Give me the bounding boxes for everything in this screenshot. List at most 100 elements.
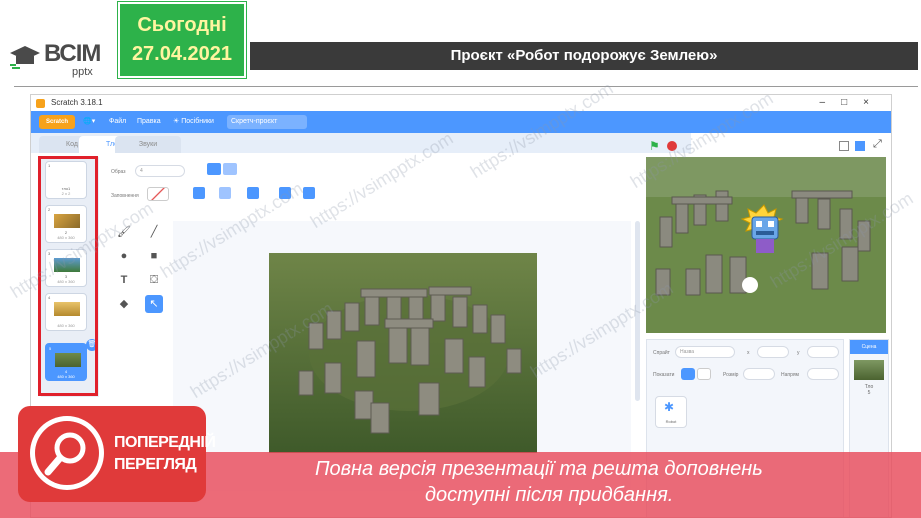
fill-label: Заповнення [111, 193, 139, 199]
costume-name-input[interactable]: 4 [135, 165, 185, 177]
fill-bucket-icon[interactable]: ⛋ [145, 271, 163, 289]
scratch-app-icon [36, 99, 45, 108]
direction-input[interactable] [807, 368, 839, 380]
show-visible-icon[interactable] [681, 368, 695, 380]
backdrop-size: 480 x 360 [57, 374, 75, 379]
costume-name-label: Образ [111, 169, 126, 175]
backdrop-thumbnail [54, 170, 80, 184]
y-input[interactable] [807, 346, 839, 358]
stage-thumbnail [854, 360, 884, 380]
header-divider [14, 86, 918, 87]
circle-icon[interactable]: ● [115, 247, 133, 265]
robot-icon: ✱ [664, 400, 675, 414]
backdrop-item-selected[interactable]: 🗑 5 4 480 x 360 [45, 339, 98, 381]
stage-header: Сцена [850, 340, 888, 354]
date-label: Сьогодні [137, 14, 227, 36]
green-flag-icon[interactable]: ⚑ [649, 139, 660, 153]
backdrop-thumbnail [55, 353, 81, 367]
menu-tutorials-label: Посібники [181, 118, 214, 125]
stage-controls: ⚑ ⤢ [645, 137, 891, 155]
backdrop-size: 2 x 2 [61, 191, 71, 196]
fullscreen-icon[interactable]: ⤢ [873, 138, 882, 151]
preview-message-line2: доступні після придбання. [425, 484, 674, 506]
close-button[interactable]: × [863, 97, 885, 108]
normal-stage-icon[interactable] [855, 141, 865, 151]
paint-tools: 🖌 ╱ ● ■ T ⛋ ◆ ↖ [113, 221, 173, 313]
project-name-input[interactable]: Скретч-проєкт [227, 115, 307, 129]
date-value: 27.04.2021 [131, 43, 233, 65]
backdrop-item[interactable]: 4 480 x 360 [45, 293, 87, 331]
backdrop-number: 2 [48, 207, 51, 212]
tab-sounds[interactable]: Звуки [115, 136, 181, 153]
group-icon[interactable] [193, 187, 205, 199]
eraser-icon[interactable]: ◆ [115, 295, 133, 313]
stage-preview [646, 157, 886, 333]
minimize-button[interactable]: – [820, 97, 842, 108]
badge-line2: ПЕРЕГЛЯД [114, 456, 197, 473]
menu-tutorials[interactable]: ☀ Посібники [173, 111, 214, 133]
badge-line1: ПОПЕРЕДНІЙ [114, 434, 216, 451]
line-icon[interactable]: ╱ [145, 223, 163, 241]
direction-label: Напрям [781, 372, 799, 378]
preview-message-line1: Повна версія презентації та решта доповн… [315, 458, 763, 480]
ungroup-icon[interactable] [219, 187, 231, 199]
scratch-logo[interactable]: Scratch [39, 115, 75, 129]
sprite-label: Спрайт [653, 350, 670, 356]
maximize-button[interactable]: □ [841, 97, 863, 108]
brush-icon[interactable]: 🖌 [115, 223, 133, 241]
paint-editor-toolbar: Образ 4 Заповнення [107, 157, 667, 207]
window-title: Scratch 3.18.1 [51, 98, 103, 107]
backdrop-thumbnail [54, 258, 80, 272]
editor-tabs: Код Тло Звуки [31, 133, 691, 153]
small-stage-icon[interactable] [839, 141, 849, 151]
menu-edit[interactable]: Правка [137, 111, 161, 133]
window-controls: –□× [820, 95, 885, 111]
size-input[interactable] [743, 368, 775, 380]
size-label: Розмір [723, 372, 739, 378]
backdrop-item[interactable]: 3 3 480 x 360 [45, 249, 87, 287]
menu-bar: Scratch 🌐▾ Файл Правка ☀ Посібники Скрет… [31, 111, 891, 133]
rectangle-icon[interactable]: ■ [145, 247, 163, 265]
sprite-thumbnail[interactable]: ✱ Robot [655, 396, 687, 428]
backdrop-number: 3 [48, 251, 51, 256]
logo-text: ВСІМ [44, 40, 101, 67]
flip-horizontal-icon[interactable] [279, 187, 291, 199]
flip-vertical-icon[interactable] [303, 187, 315, 199]
backdrops-count: 5 [867, 390, 871, 396]
globe-icon[interactable]: 🌐▾ [83, 111, 95, 133]
redo-icon[interactable] [223, 163, 237, 175]
backdrop-item[interactable]: 1 тло1 2 x 2 [45, 161, 87, 199]
sprite-name-input[interactable]: Назва [675, 346, 735, 358]
backdrop-item[interactable]: 2 2 480 x 360 [45, 205, 87, 243]
show-label: Показати [653, 372, 675, 378]
select-icon[interactable]: ↖ [145, 295, 163, 313]
graduation-cap-icon [10, 46, 40, 69]
preview-badge: ПОПЕРЕДНІЙ ПЕРЕГЛЯД [18, 406, 216, 502]
fill-color-swatch[interactable] [147, 187, 169, 201]
delete-icon[interactable] [247, 187, 259, 199]
menu-file[interactable]: Файл [109, 111, 126, 133]
slide-title: Проєкт «Робот подорожує Землею» [250, 42, 918, 70]
sprite-thumbnail-name: Robot [665, 419, 677, 424]
backdrop-number: 4 [48, 295, 51, 300]
window-titlebar: Scratch 3.18.1 –□× [31, 95, 891, 111]
canvas-scrollbar[interactable] [635, 221, 640, 401]
magnifier-icon [44, 432, 86, 476]
stop-icon[interactable] [667, 141, 677, 151]
show-hidden-icon[interactable] [697, 368, 711, 380]
delete-backdrop-icon[interactable]: 🗑 [86, 339, 98, 351]
backdrop-number: 5 [49, 346, 52, 351]
vsim-pptx-logo: ВСІМ pptx [10, 38, 120, 78]
undo-icon[interactable] [207, 163, 221, 175]
paint-canvas[interactable] [173, 221, 631, 491]
text-icon[interactable]: T [115, 271, 133, 289]
backdrop-thumbnail [54, 302, 80, 316]
backdrop-thumbnail [54, 214, 80, 228]
backdrop-number: 1 [48, 163, 51, 168]
backdrop-list: 1 тло1 2 x 2 2 2 480 x 360 3 3 480 x 360… [41, 157, 99, 397]
date-box: Сьогодні 27.04.2021 [117, 1, 247, 79]
backdrop-size: 480 x 360 [57, 323, 75, 328]
x-input[interactable] [757, 346, 789, 358]
y-label: y [797, 350, 800, 356]
backdrop-size: 480 x 360 [57, 279, 75, 284]
